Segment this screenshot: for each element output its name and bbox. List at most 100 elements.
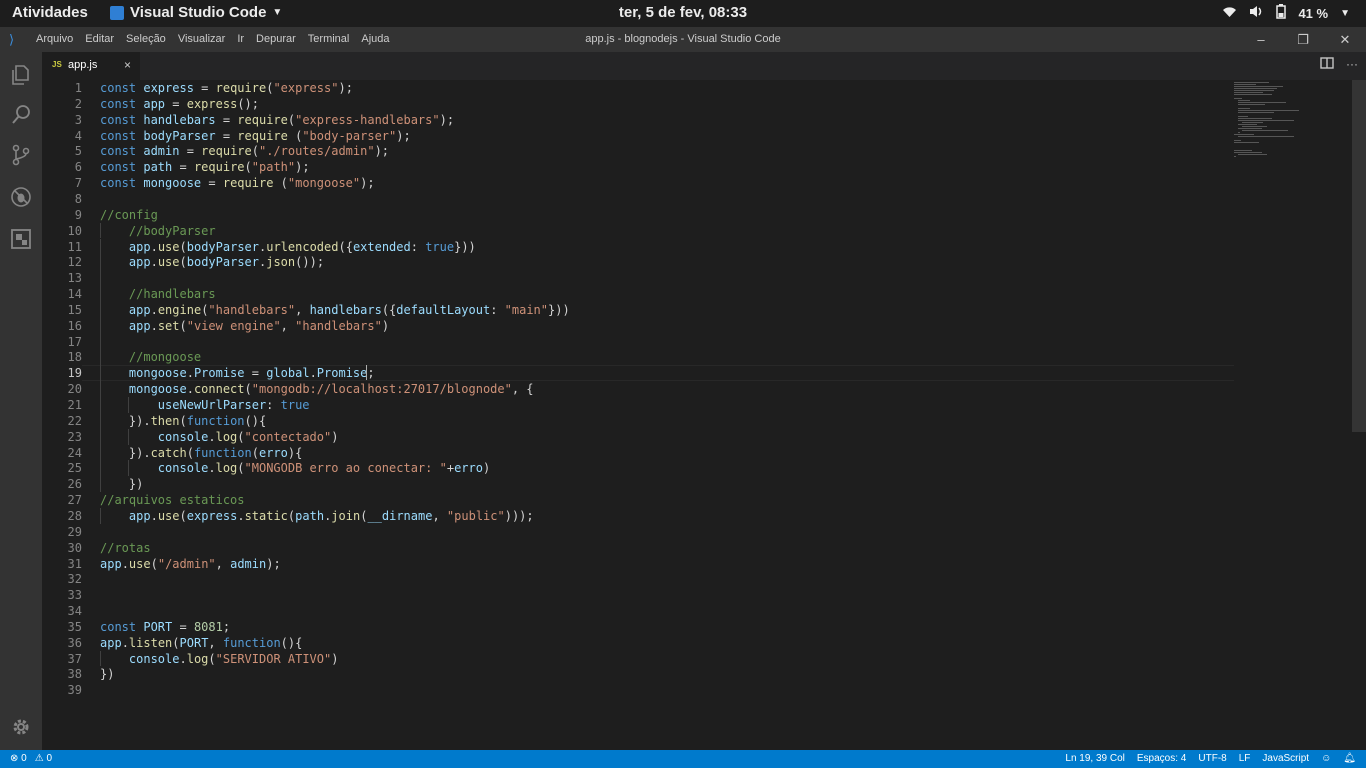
minimap-line: [1234, 90, 1274, 91]
indent-guide: [100, 365, 101, 382]
code-line[interactable]: //rotas: [100, 540, 151, 556]
wifi-icon[interactable]: [1222, 6, 1237, 21]
code-line[interactable]: const handlebars = require("express-hand…: [100, 112, 454, 128]
line-number: 32: [67, 572, 82, 587]
code-line[interactable]: console.log("contectado"): [100, 429, 339, 445]
indent-guide: [100, 222, 101, 239]
line-number: 15: [67, 302, 82, 317]
explorer-icon[interactable]: [6, 60, 36, 90]
line-number: 1: [74, 81, 82, 95]
status-right: Ln 19, 39 Col Espaços: 4 UTF-8 LF JavaSc…: [1065, 753, 1356, 764]
indent-guide: [128, 460, 129, 477]
vertical-scrollbar[interactable]: [1352, 80, 1366, 750]
code-line[interactable]: const bodyParser = require ("body-parser…: [100, 128, 411, 144]
code-line[interactable]: const admin = require("./routes/admin");: [100, 143, 389, 159]
language-mode[interactable]: JavaScript: [1262, 753, 1309, 764]
smiley-icon[interactable]: ☺: [1321, 753, 1331, 764]
menu-visualizar[interactable]: Visualizar: [178, 33, 226, 45]
code-line[interactable]: app.listen(PORT, function(){: [100, 635, 302, 651]
vscode-app-icon: [110, 5, 124, 20]
code-line[interactable]: useNewUrlParser: true: [100, 397, 310, 413]
close-icon[interactable]: ✕: [1324, 27, 1366, 52]
errors-indicator[interactable]: ⊗ 0: [10, 753, 27, 764]
code-line[interactable]: mongoose.connect("mongodb://localhost:27…: [100, 381, 534, 397]
warnings-indicator[interactable]: ⚠ 0: [35, 753, 52, 764]
more-actions-icon[interactable]: ···: [1346, 57, 1358, 72]
code-line[interactable]: const PORT = 8081;: [100, 619, 230, 635]
restore-icon[interactable]: ❐: [1282, 27, 1324, 52]
line-number: 30: [67, 540, 82, 555]
code-line[interactable]: //bodyParser: [100, 223, 216, 239]
minimap[interactable]: [1234, 80, 1354, 160]
bell-icon[interactable]: 🔔︎: [1343, 753, 1356, 764]
code-line[interactable]: app.use(bodyParser.json());: [100, 254, 324, 270]
code-line[interactable]: app.use("/admin", admin);: [100, 556, 281, 572]
code-line[interactable]: //mongoose: [100, 349, 201, 365]
minimize-icon[interactable]: –: [1240, 27, 1282, 52]
code-line[interactable]: app.set("view engine", "handlebars"): [100, 318, 389, 334]
scrollbar-thumb[interactable]: [1352, 80, 1366, 432]
code-line[interactable]: }): [100, 666, 114, 682]
line-number: 25: [67, 461, 82, 476]
minimap-line: [1238, 102, 1286, 103]
menu-arquivo[interactable]: Arquivo: [36, 33, 73, 45]
line-number: 37: [67, 651, 82, 666]
tab-close-icon[interactable]: ×: [124, 58, 131, 72]
indent-guide: [100, 476, 101, 493]
extensions-icon[interactable]: [6, 224, 36, 254]
code-line[interactable]: //arquivos estaticos: [100, 492, 245, 508]
code-line[interactable]: const mongoose = require ("mongoose");: [100, 175, 375, 191]
code-line[interactable]: mongoose.Promise = global.Promise;: [100, 365, 375, 381]
indent-guide: [128, 428, 129, 445]
editor-tab-bar: JS app.js × ···: [42, 52, 1366, 80]
cursor-position[interactable]: Ln 19, 39 Col: [1065, 753, 1125, 764]
battery-percentage[interactable]: 41 %: [1298, 6, 1328, 21]
menu-ir[interactable]: Ir: [237, 33, 244, 45]
indent-guide: [100, 507, 101, 524]
line-number: 18: [67, 350, 82, 365]
code-line[interactable]: //config: [100, 207, 158, 223]
line-number: 27: [67, 493, 82, 508]
debug-icon[interactable]: [6, 182, 36, 212]
system-tray[interactable]: 41 % ▼: [1222, 4, 1350, 22]
menu-selecao[interactable]: Seleção: [126, 33, 166, 45]
activities-button[interactable]: Atividades: [12, 4, 88, 21]
menu-editar[interactable]: Editar: [85, 33, 114, 45]
battery-icon[interactable]: [1276, 4, 1287, 22]
menu-terminal[interactable]: Terminal: [308, 33, 350, 45]
code-line[interactable]: }).catch(function(erro){: [100, 445, 302, 461]
volume-icon[interactable]: [1249, 5, 1264, 21]
code-line[interactable]: }): [100, 476, 143, 492]
code-line[interactable]: app.engine("handlebars", handlebars({def…: [100, 302, 570, 318]
code-line[interactable]: console.log("MONGODB erro ao conectar: "…: [100, 460, 490, 476]
menu-depurar[interactable]: Depurar: [256, 33, 296, 45]
minimap-line: [1234, 92, 1263, 93]
split-editor-icon[interactable]: [1320, 57, 1334, 72]
menu-ajuda[interactable]: Ajuda: [361, 33, 389, 45]
indent-guide: [100, 460, 101, 477]
minimap-line: [1234, 134, 1254, 135]
source-control-icon[interactable]: [6, 140, 36, 170]
code-line[interactable]: const express = require("express");: [100, 80, 353, 96]
code-line[interactable]: const app = express();: [100, 96, 259, 112]
app-menu-button[interactable]: Visual Studio Code ▼: [110, 4, 282, 21]
code-line[interactable]: }).then(function(){: [100, 413, 266, 429]
minimap-line: [1234, 150, 1252, 151]
indent-guide: [100, 650, 101, 667]
code-line[interactable]: const path = require("path");: [100, 159, 310, 175]
code-line[interactable]: //handlebars: [100, 286, 216, 302]
code-line[interactable]: console.log("SERVIDOR ATIVO"): [100, 651, 339, 667]
end-of-line[interactable]: LF: [1239, 753, 1251, 764]
power-menu-caret-icon[interactable]: ▼: [1340, 8, 1350, 19]
code-editor[interactable]: 1 2 3 4 5 6 7 8 9 10 11 12 13 14 15 16 17 18 19 20 21 22 23 24 2…: [42, 80, 1366, 750]
code-line[interactable]: app.use(express.static(path.join(__dirna…: [100, 508, 534, 524]
code-line[interactable]: app.use(bodyParser.urlencoded({extended:…: [100, 239, 476, 255]
encoding[interactable]: UTF-8: [1198, 753, 1226, 764]
search-icon[interactable]: [6, 100, 36, 130]
line-number: 16: [67, 318, 82, 333]
gnome-top-bar: Atividades Visual Studio Code ▼ ter, 5 d…: [0, 0, 1366, 27]
indentation[interactable]: Espaços: 4: [1137, 753, 1186, 764]
tab-app-js[interactable]: JS app.js ×: [42, 52, 140, 80]
line-number: 38: [67, 667, 82, 682]
gear-icon[interactable]: [6, 712, 36, 742]
